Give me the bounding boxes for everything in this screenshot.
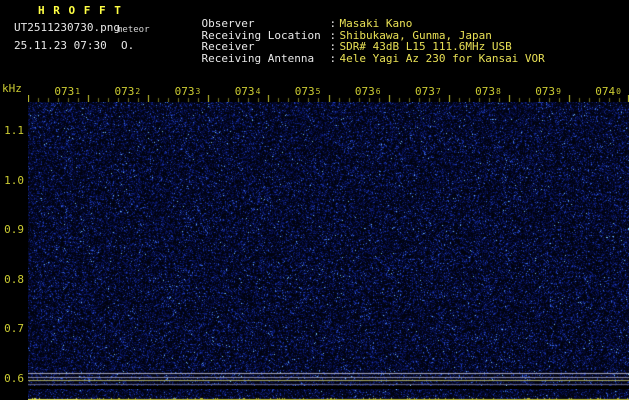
info-row-antenna: Receiving Antenna:4ele Yagi Az 230 for K… [175,39,545,78]
observation-mode-label: meteor [117,25,150,35]
freq-axis-label: 0.8 [4,272,24,286]
info-label: Receiving Antenna [201,52,315,65]
info-value: 4ele Yagi Az 230 for Kansai VOR [339,52,545,65]
timestamp: 25.11.23 07:30 [14,39,107,52]
time-tick-row [28,95,629,102]
freq-axis-unit-label: kHz [2,82,22,95]
freq-axis-label: 0.7 [4,322,24,336]
freq-axis-label: 1.0 [4,173,24,187]
status-marker: O. [121,39,135,52]
freq-axis-label: 1.1 [4,124,24,137]
spectrogram-canvas [28,102,629,386]
output-filename: UT2511230730.png [14,21,120,34]
signal-strip-canvas [28,389,629,400]
info-colon: : [329,52,337,65]
hrofft-screen: H R O F F T UT2511230730.png meteor 25.1… [0,0,629,400]
freq-axis-label: 0.9 [4,223,24,237]
app-title: H R O F F T [38,4,122,17]
freq-axis-label: 0.6 [4,372,24,385]
